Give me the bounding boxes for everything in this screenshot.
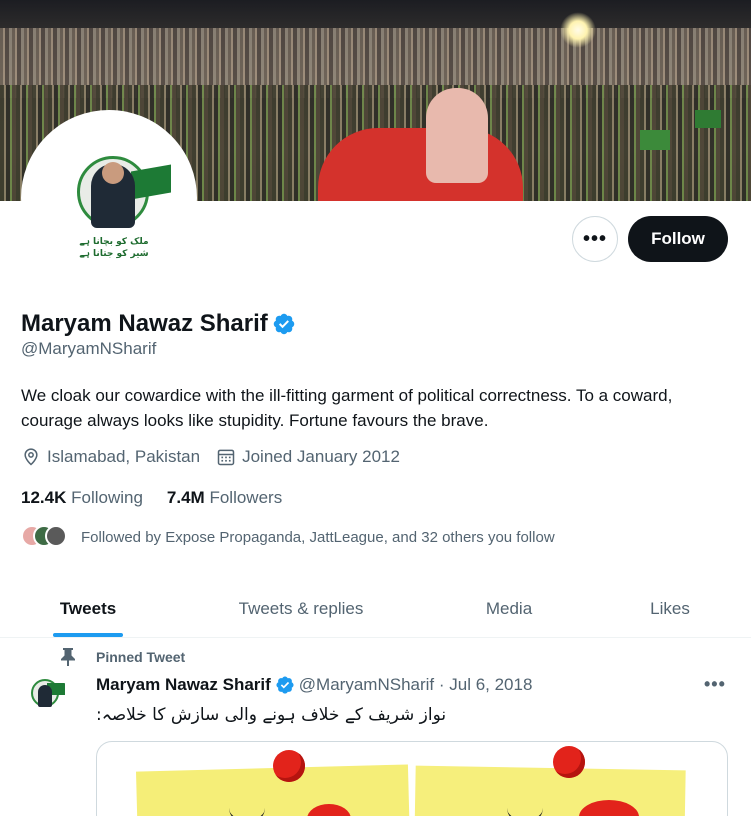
joined-text: Joined January 2012 xyxy=(242,447,400,466)
banner-speaker xyxy=(318,88,523,201)
pinned-text: Pinned Tweet xyxy=(96,649,186,665)
followers-link[interactable]: 7.4M Followers xyxy=(167,488,282,508)
note-scribble xyxy=(229,808,265,816)
pinned-tweet-label: Pinned Tweet xyxy=(60,648,185,666)
profile-name: Maryam Nawaz Sharif xyxy=(21,310,268,337)
more-options-button[interactable]: ••• xyxy=(572,216,618,262)
joined-item: Joined January 2012 xyxy=(216,447,400,467)
profile-name-row: Maryam Nawaz Sharif xyxy=(21,310,296,338)
avatar xyxy=(45,525,67,547)
follow-counts: 12.4K Following 7.4M Followers xyxy=(21,488,306,508)
tab-media[interactable]: Media xyxy=(478,580,540,637)
tab-label: Tweets xyxy=(59,598,117,618)
tab-tweets-replies[interactable]: Tweets & replies xyxy=(228,580,374,637)
tweet-header: Maryam Nawaz Sharif @MaryamNSharif · Jul… xyxy=(96,675,532,695)
profile-tabs: Tweets Tweets & replies Media Likes xyxy=(0,580,751,638)
banner-flag xyxy=(695,110,721,128)
verified-badge-icon xyxy=(276,676,294,694)
following-label: Following xyxy=(71,488,143,507)
note-scribble xyxy=(507,808,543,816)
followed-by-avatars xyxy=(21,525,71,549)
following-count: 12.4K xyxy=(21,488,67,507)
tweet-handle-date[interactable]: @MaryamNSharif · Jul 6, 2018 xyxy=(299,675,533,695)
more-icon: ••• xyxy=(582,227,607,250)
calendar-icon xyxy=(217,449,235,466)
followers-label: Followers xyxy=(209,488,283,507)
tweet-author-name[interactable]: Maryam Nawaz Sharif xyxy=(96,675,271,695)
profile-avatar[interactable]: ملک کو بچانا ہے شیر کو جتانا ہے xyxy=(21,110,197,286)
tweet-author-avatar[interactable] xyxy=(21,673,69,721)
tab-label: Likes xyxy=(650,598,690,618)
tab-label: Tweets & replies xyxy=(238,598,364,618)
flag-icon xyxy=(131,164,171,200)
followed-by-text: Followed by Expose Propaganda, JattLeagu… xyxy=(81,528,555,546)
tweet-text: نواز شریف کے خلاف ہونے والی سازش کا خلاص… xyxy=(96,705,447,725)
profile-handle: @MaryamNSharif xyxy=(21,339,157,358)
tab-tweets[interactable]: Tweets xyxy=(53,580,123,637)
tab-likes[interactable]: Likes xyxy=(644,580,696,637)
pushpin-icon xyxy=(273,750,305,782)
pushpin-icon xyxy=(553,746,585,778)
followers-you-know[interactable]: Followed by Expose Propaganda, JattLeagu… xyxy=(21,525,555,549)
follow-button[interactable]: Follow xyxy=(628,216,728,262)
location-item: Islamabad, Pakistan xyxy=(21,447,200,467)
pin-icon xyxy=(61,648,75,666)
verified-badge-icon[interactable] xyxy=(272,312,296,336)
banner-flag xyxy=(640,130,670,150)
location-text: Islamabad, Pakistan xyxy=(47,447,201,466)
location-pin-icon xyxy=(24,448,38,466)
following-link[interactable]: 12.4K Following xyxy=(21,488,143,508)
active-tab-indicator xyxy=(53,633,123,637)
profile-meta: Islamabad, Pakistan Joined January 2012 xyxy=(21,447,416,467)
tweet-media-image[interactable] xyxy=(96,741,728,816)
sticky-note xyxy=(414,765,686,816)
banner-floodlight xyxy=(560,12,596,48)
sticky-note xyxy=(135,764,411,816)
tweet-more-button[interactable]: ••• xyxy=(704,674,726,695)
profile-bio: We cloak our cowardice with the ill-fitt… xyxy=(21,386,673,430)
avatar-slogan: ملک کو بچانا ہے شیر کو جتانا ہے xyxy=(79,237,149,259)
followers-count: 7.4M xyxy=(166,488,205,507)
tab-label: Media xyxy=(485,598,533,618)
